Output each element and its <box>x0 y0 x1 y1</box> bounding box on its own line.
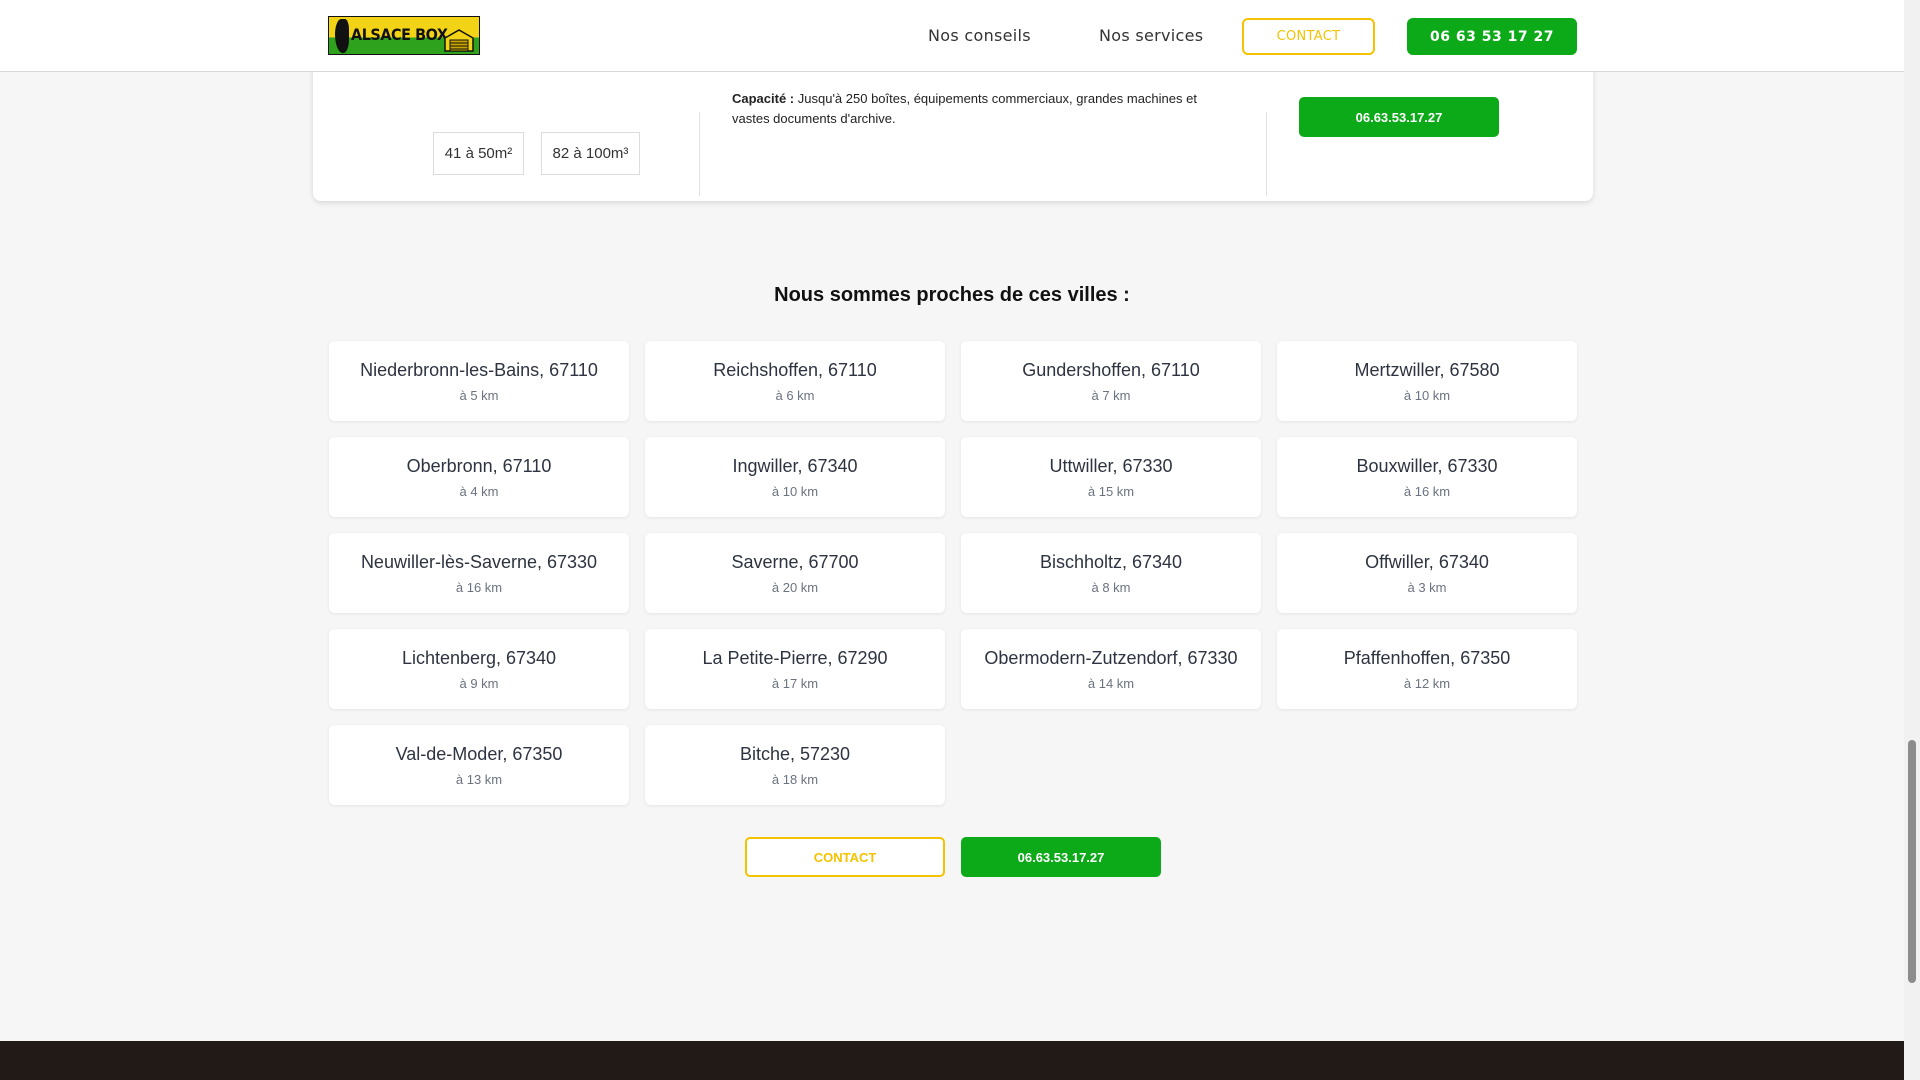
city-distance: à 3 km <box>1407 579 1447 595</box>
city-card: Ingwiller, 67340 à 10 km <box>645 437 945 517</box>
header-phone-button[interactable]: 06 63 53 17 27 <box>1407 18 1577 55</box>
city-card: Niederbronn-les-Bains, 67110 à 5 km <box>329 341 629 421</box>
city-name: Niederbronn-les-Bains, 67110 <box>360 359 598 380</box>
city-name: Bouxwiller, 67330 <box>1356 455 1498 476</box>
city-name: Uttwiller, 67330 <box>1049 455 1173 476</box>
city-card: Bitche, 57230 à 18 km <box>645 725 945 805</box>
city-card: Val-de-Moder, 67350 à 13 km <box>329 725 629 805</box>
alsace-map-icon <box>335 19 349 53</box>
card-divider <box>699 112 700 196</box>
city-distance: à 14 km <box>1087 675 1135 691</box>
city-distance: à 10 km <box>1403 387 1451 403</box>
city-card: Lichtenberg, 67340 à 9 km <box>329 629 629 709</box>
city-card: La Petite-Pierre, 67290 à 17 km <box>645 629 945 709</box>
size-option-volume[interactable]: 82 à 100m³ <box>541 132 640 175</box>
city-distance: à 17 km <box>771 675 819 691</box>
alsace-box-logo[interactable]: ALSACE BOX <box>328 16 480 55</box>
city-distance: à 10 km <box>771 483 819 499</box>
city-card: Mertzwiller, 67580 à 10 km <box>1277 341 1577 421</box>
capacity-label: Capacité : <box>732 91 795 106</box>
city-distance: à 6 km <box>775 387 815 403</box>
city-distance: à 9 km <box>459 675 499 691</box>
city-distance: à 12 km <box>1403 675 1451 691</box>
nav-link-conseils[interactable]: Nos conseils <box>928 26 1031 45</box>
city-name: Reichshoffen, 67110 <box>713 359 877 380</box>
card-divider <box>1266 112 1267 196</box>
city-card: Bischholtz, 67340 à 8 km <box>961 533 1261 613</box>
city-distance: à 20 km <box>771 579 819 595</box>
city-name: Mertzwiller, 67580 <box>1354 359 1500 380</box>
site-header: ALSACE BOX Nos conseils Nos services CON… <box>0 0 1904 72</box>
city-card: Obermodern-Zutzendorf, 67330 à 14 km <box>961 629 1261 709</box>
city-card: Reichshoffen, 67110 à 6 km <box>645 341 945 421</box>
site-footer <box>0 1041 1904 1080</box>
city-card: Pfaffenhoffen, 67350 à 12 km <box>1277 629 1577 709</box>
city-card: Oberbronn, 67110 à 4 km <box>329 437 629 517</box>
scrollbar-thumb[interactable] <box>1908 740 1916 983</box>
city-card: Offwiller, 67340 à 3 km <box>1277 533 1577 613</box>
city-name: Saverne, 67700 <box>731 551 859 572</box>
storage-box-icon <box>444 29 474 52</box>
city-distance: à 5 km <box>459 387 499 403</box>
city-distance: à 16 km <box>1403 483 1451 499</box>
city-distance: à 7 km <box>1091 387 1131 403</box>
city-distance: à 13 km <box>455 771 503 787</box>
city-distance: à 8 km <box>1091 579 1131 595</box>
city-name: La Petite-Pierre, 67290 <box>702 647 888 668</box>
city-name: Offwiller, 67340 <box>1365 551 1489 572</box>
cities-section-title: Nous sommes proches de ces villes : <box>774 284 1130 306</box>
size-option-surface[interactable]: 41 à 50m² <box>433 132 524 175</box>
capacity-text: Jusqu'à 250 boîtes, équipements commerci… <box>732 91 1197 126</box>
city-grid: Niederbronn-les-Bains, 67110 à 5 km Reichs… <box>329 341 1577 805</box>
city-name: Val-de-Moder, 67350 <box>395 743 563 764</box>
page-scrollbar[interactable] <box>1904 0 1920 1080</box>
city-distance: à 18 km <box>771 771 819 787</box>
city-card: Uttwiller, 67330 à 15 km <box>961 437 1261 517</box>
capacity-description: Capacité : Jusqu'à 250 boîtes, équipemen… <box>732 89 1232 129</box>
city-name: Bitche, 57230 <box>739 743 851 764</box>
city-name: Pfaffenhoffen, 67350 <box>1343 647 1511 668</box>
city-name: Neuwiller-lès-Saverne, 67330 <box>360 551 598 572</box>
city-card: Bouxwiller, 67330 à 16 km <box>1277 437 1577 517</box>
logo-text: ALSACE BOX <box>351 25 448 44</box>
city-distance: à 4 km <box>459 483 499 499</box>
phone-button[interactable]: 06.63.53.17.27 <box>961 837 1161 877</box>
city-card: Gundershoffen, 67110 à 7 km <box>961 341 1261 421</box>
city-card: Neuwiller-lès-Saverne, 67330 à 16 km <box>329 533 629 613</box>
city-name: Oberbronn, 67110 <box>406 455 552 476</box>
contact-button[interactable]: CONTACT <box>745 837 945 877</box>
city-card: Saverne, 67700 à 20 km <box>645 533 945 613</box>
header-contact-button[interactable]: CONTACT <box>1242 18 1375 55</box>
city-name: Lichtenberg, 67340 <box>401 647 557 668</box>
city-name: Ingwiller, 67340 <box>732 455 858 476</box>
city-name: Bischholtz, 67340 <box>1039 551 1183 572</box>
nav-link-services[interactable]: Nos services <box>1099 26 1203 45</box>
city-distance: à 15 km <box>1087 483 1135 499</box>
city-name: Gundershoffen, 67110 <box>1022 359 1200 380</box>
city-distance: à 16 km <box>455 579 503 595</box>
card-phone-button[interactable]: 06.63.53.17.27 <box>1299 97 1499 137</box>
city-name: Obermodern-Zutzendorf, 67330 <box>984 647 1238 668</box>
